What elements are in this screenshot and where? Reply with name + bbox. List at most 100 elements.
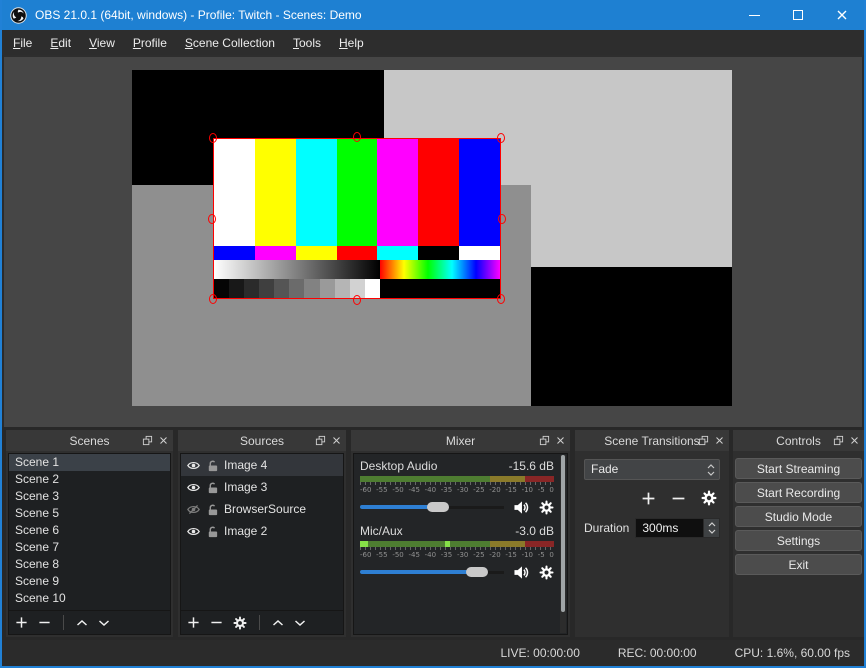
resize-handle-bottom-middle[interactable] (353, 295, 361, 305)
source-label: Image 2 (224, 524, 267, 538)
maximize-icon (793, 10, 803, 20)
menu-help[interactable]: Help (330, 32, 373, 54)
spinner-up-icon[interactable] (707, 464, 715, 469)
source-list-item[interactable]: BrowserSource (181, 498, 343, 520)
scene-list-item[interactable]: Scene 5 (9, 505, 170, 522)
scene-list-item[interactable]: Scene 3 (9, 488, 170, 505)
pattern-segment (255, 246, 296, 260)
visibility-eye-slash-icon[interactable] (186, 503, 201, 516)
steps-black-fill (380, 279, 500, 298)
scene-list-item[interactable]: Scene 1 (9, 454, 170, 471)
close-panel-icon[interactable] (715, 436, 724, 445)
dock-float-icon[interactable] (833, 435, 844, 446)
speaker-icon[interactable] (513, 500, 530, 515)
dock-float-icon[interactable] (539, 435, 550, 446)
mixer-panel: Mixer Desktop Audio -15.6 dB -60-55-50-4… (351, 430, 570, 637)
visibility-eye-icon[interactable] (186, 481, 201, 494)
scene-list-item[interactable]: Scene 2 (9, 471, 170, 488)
scene-list-item[interactable]: Scene 7 (9, 539, 170, 556)
move-source-up-icon[interactable] (272, 619, 284, 627)
mixer-panel-title: Mixer (351, 430, 570, 451)
menu-profile[interactable]: Profile (124, 32, 176, 54)
close-panel-icon[interactable] (556, 436, 565, 445)
scene-list-item[interactable]: Scene 10 (9, 590, 170, 607)
source-list-item[interactable]: Image 3 (181, 476, 343, 498)
close-panel-icon[interactable] (159, 436, 168, 445)
source-list-item[interactable]: Image 2 (181, 520, 343, 542)
pattern-segment (296, 246, 337, 260)
remove-scene-icon[interactable] (38, 616, 51, 629)
move-scene-up-icon[interactable] (76, 619, 88, 627)
scene-list-item[interactable]: Scene 9 (9, 573, 170, 590)
channel-settings-gear-icon[interactable] (539, 565, 554, 580)
settings-button[interactable]: Settings (735, 530, 862, 551)
move-source-down-icon[interactable] (294, 619, 306, 627)
spinner-down-icon[interactable] (708, 529, 716, 534)
channel-settings-gear-icon[interactable] (539, 500, 554, 515)
menu-edit[interactable]: Edit (41, 32, 80, 54)
resize-handle-middle-right[interactable] (498, 214, 506, 224)
source-properties-gear-icon[interactable] (233, 616, 247, 630)
channel-name: Desktop Audio (360, 459, 437, 473)
spinner-up-icon[interactable] (708, 522, 716, 527)
visibility-eye-icon[interactable] (186, 525, 201, 538)
transition-properties-gear-icon[interactable] (701, 490, 717, 506)
exit-button[interactable]: Exit (735, 554, 862, 575)
start-streaming-button[interactable]: Start Streaming (735, 458, 862, 479)
menu-view[interactable]: View (80, 32, 124, 54)
dock-float-icon[interactable] (698, 435, 709, 446)
spinner-down-icon[interactable] (707, 471, 715, 476)
menu-scene-collection[interactable]: Scene Collection (176, 32, 284, 54)
source-label: Image 3 (224, 480, 267, 494)
close-panel-icon[interactable] (332, 436, 341, 445)
dock-float-icon[interactable] (142, 435, 153, 446)
move-scene-down-icon[interactable] (98, 619, 110, 627)
lock-icon[interactable] (206, 503, 219, 516)
controls-panel-title: Controls (733, 430, 864, 451)
start-recording-button[interactable]: Start Recording (735, 482, 862, 503)
remove-transition-icon[interactable] (671, 491, 686, 506)
sources-panel: Sources Image 4Image 3BrowserSourceImage… (178, 430, 346, 637)
resize-handle-bottom-left[interactable] (209, 294, 217, 304)
visibility-eye-icon[interactable] (186, 459, 201, 472)
volume-slider[interactable] (360, 566, 504, 578)
mixer-scrollbar[interactable] (560, 455, 566, 633)
close-button[interactable] (820, 0, 864, 30)
minimize-button[interactable] (732, 0, 776, 30)
speaker-icon[interactable] (513, 565, 530, 580)
volume-slider[interactable] (360, 501, 504, 513)
canvas-image-bottom-right[interactable] (531, 267, 732, 406)
selected-source-color-bars[interactable] (213, 138, 501, 299)
resize-handle-top-left[interactable] (209, 133, 217, 143)
dock-float-icon[interactable] (315, 435, 326, 446)
slider-handle[interactable] (466, 567, 488, 577)
add-scene-icon[interactable] (15, 616, 28, 629)
resize-handle-top-middle[interactable] (353, 132, 361, 142)
studio-mode-button[interactable]: Studio Mode (735, 506, 862, 527)
resize-handle-bottom-right[interactable] (497, 294, 505, 304)
resize-handle-top-right[interactable] (497, 133, 505, 143)
lock-icon[interactable] (206, 525, 219, 538)
source-list-item[interactable]: Image 4 (181, 454, 343, 476)
add-transition-icon[interactable] (641, 491, 656, 506)
scrollbar-thumb[interactable] (561, 455, 565, 612)
scene-list-item[interactable]: Scene 8 (9, 556, 170, 573)
add-source-icon[interactable] (187, 616, 200, 629)
menu-tools[interactable]: Tools (284, 32, 330, 54)
slider-handle[interactable] (427, 502, 449, 512)
source-label: BrowserSource (224, 502, 306, 516)
duration-spinbox[interactable]: 300ms (635, 518, 720, 538)
lock-icon[interactable] (206, 459, 219, 472)
remove-source-icon[interactable] (210, 616, 223, 629)
scene-list-item[interactable]: Scene 6 (9, 522, 170, 539)
meter-tick-labels: -60-55-50-45-40-35-30-25-20-15-10-50 (360, 486, 554, 494)
tick-label: -50 (392, 486, 403, 494)
maximize-button[interactable] (776, 0, 820, 30)
close-panel-icon[interactable] (850, 436, 859, 445)
resize-handle-middle-left[interactable] (208, 214, 216, 224)
status-bar: LIVE: 00:00:00 REC: 00:00:00 CPU: 1.6%, … (2, 640, 864, 666)
lock-icon[interactable] (206, 481, 219, 494)
meter-tick-labels: -60-55-50-45-40-35-30-25-20-15-10-50 (360, 551, 554, 559)
transition-select[interactable]: Fade (584, 459, 720, 480)
menu-file[interactable]: File (4, 32, 41, 54)
